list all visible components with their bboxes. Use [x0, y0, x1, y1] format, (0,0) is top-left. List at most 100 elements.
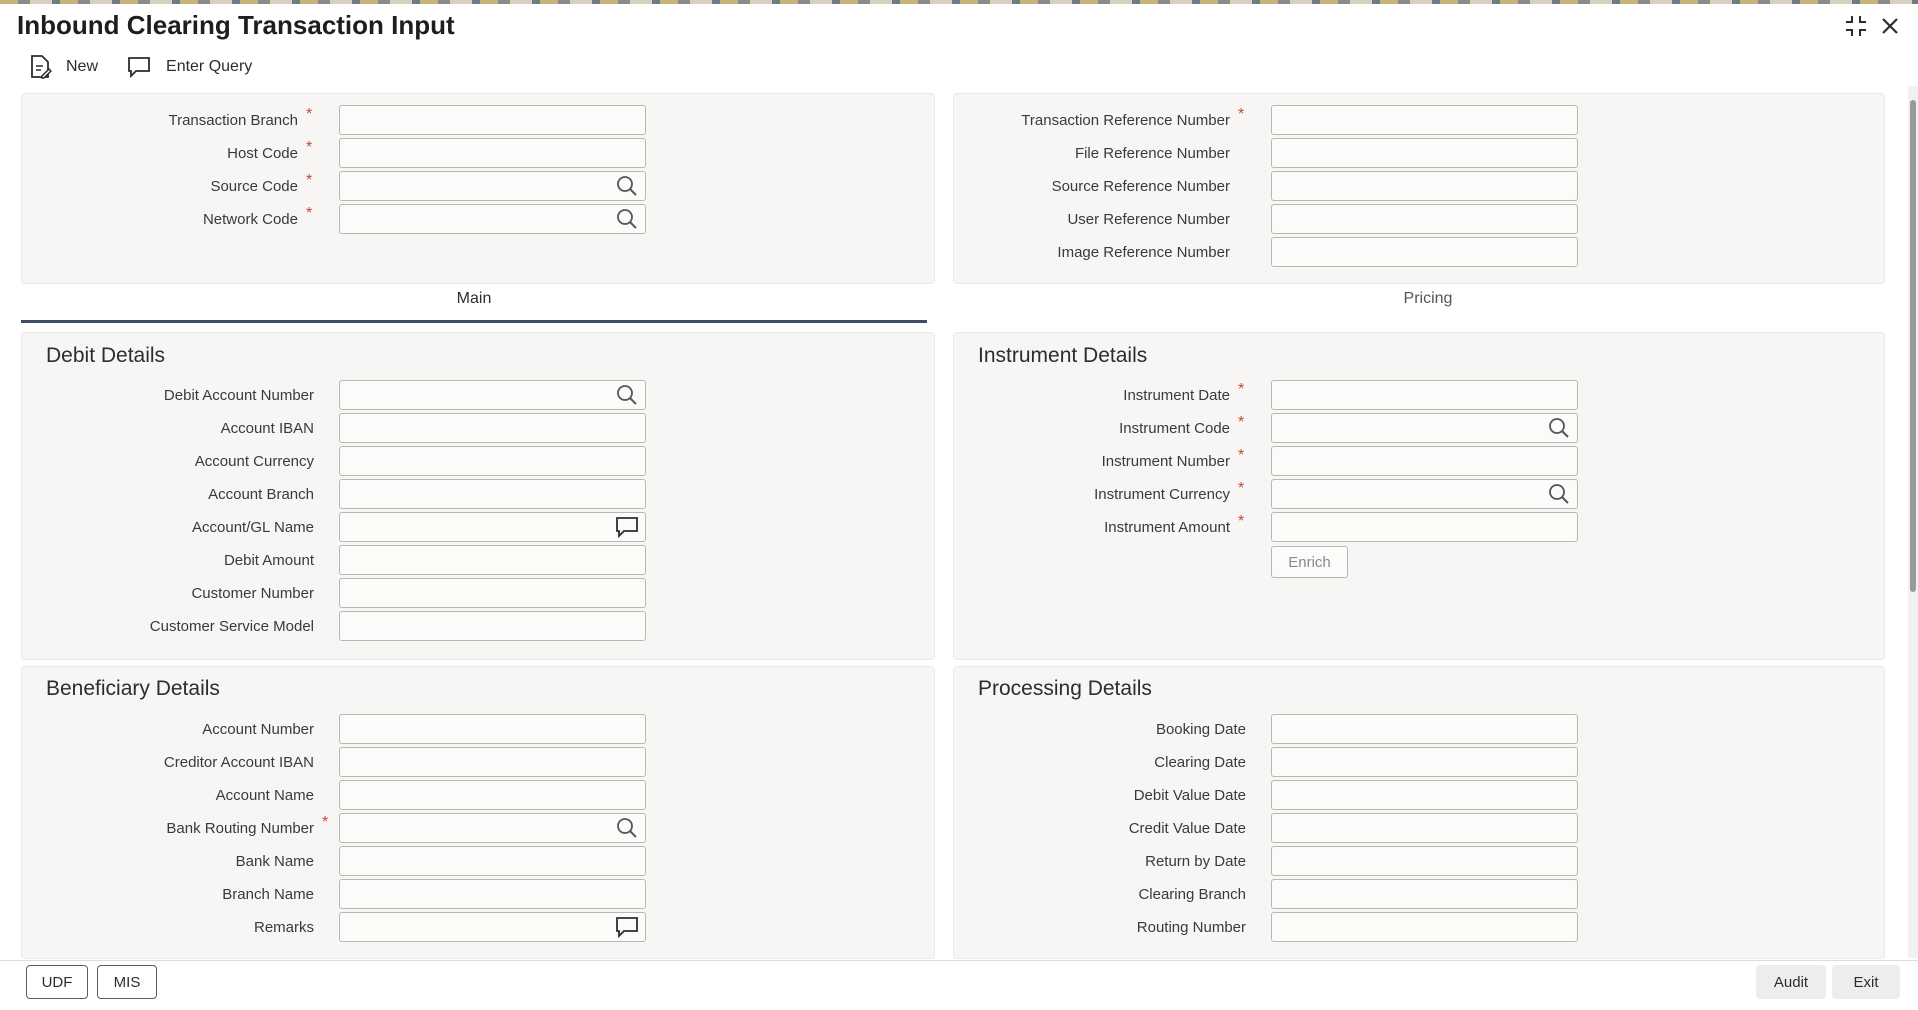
- instrument-code-required-indicator: *: [1238, 414, 1245, 431]
- transaction-branch-label: Transaction Branch: [168, 112, 298, 129]
- account-currency-input[interactable]: [339, 446, 646, 476]
- exit-button[interactable]: Exit: [1832, 965, 1900, 999]
- instrument-amount-required-indicator: *: [1238, 513, 1245, 530]
- search-icon[interactable]: [1547, 416, 1571, 440]
- window-title: Inbound Clearing Transaction Input: [17, 10, 455, 40]
- account-name-input[interactable]: [339, 780, 646, 810]
- customer-number-input[interactable]: [339, 578, 646, 608]
- audit-button[interactable]: Audit: [1756, 965, 1826, 999]
- search-icon[interactable]: [1547, 482, 1571, 506]
- instrument-number-label: Instrument Number: [1101, 453, 1230, 470]
- instrument-number-input[interactable]: [1271, 446, 1578, 476]
- account-branch-input[interactable]: [339, 479, 646, 509]
- maximize-icon[interactable]: [1842, 12, 1870, 40]
- instrument-date-required-indicator: *: [1238, 381, 1245, 398]
- instrument-amount-input[interactable]: [1271, 512, 1578, 542]
- routing-number-input[interactable]: [1271, 912, 1578, 942]
- active-tab-indicator: [21, 320, 927, 323]
- creditor-account-iban-label: Creditor Account IBAN: [163, 754, 314, 771]
- account-gl-name-input[interactable]: [339, 512, 646, 542]
- transaction-reference-number-required-indicator: *: [1238, 106, 1245, 123]
- account-iban-label: Account IBAN: [220, 420, 314, 437]
- remarks-input[interactable]: [339, 912, 646, 942]
- enrich-button[interactable]: Enrich: [1271, 546, 1348, 578]
- source-reference-number-input[interactable]: [1271, 171, 1578, 201]
- bank-routing-number-label: Bank Routing Number: [166, 820, 314, 837]
- beneficiary-details-title: Beneficiary Details: [46, 677, 220, 700]
- branch-name-input[interactable]: [339, 879, 646, 909]
- transaction-reference-number-input[interactable]: [1271, 105, 1578, 135]
- return-by-date-input[interactable]: [1271, 846, 1578, 876]
- comment-icon[interactable]: [615, 515, 639, 539]
- credit-value-date-label: Credit Value Date: [1128, 820, 1246, 837]
- instrument-code-label: Instrument Code: [1119, 420, 1230, 437]
- tab-main[interactable]: Main: [21, 290, 927, 308]
- toolbar: New Enter Query: [28, 54, 252, 80]
- search-icon[interactable]: [615, 174, 639, 198]
- credit-value-date-input[interactable]: [1271, 813, 1578, 843]
- user-reference-number-label: User Reference Number: [1067, 211, 1230, 228]
- new-button[interactable]: New: [28, 54, 98, 80]
- udf-button[interactable]: UDF: [26, 965, 88, 999]
- user-reference-number-input[interactable]: [1271, 204, 1578, 234]
- account-number-input[interactable]: [339, 714, 646, 744]
- search-icon[interactable]: [615, 383, 639, 407]
- mis-button[interactable]: MIS: [97, 965, 157, 999]
- account-iban-input[interactable]: [339, 413, 646, 443]
- query-comment-icon: [128, 57, 150, 79]
- comment-icon[interactable]: [615, 915, 639, 939]
- instrument-details-title: Instrument Details: [978, 344, 1148, 367]
- file-reference-number-label: File Reference Number: [1074, 145, 1230, 162]
- source-code-input[interactable]: [339, 171, 646, 201]
- source-code-label: Source Code: [210, 178, 298, 195]
- network-code-label: Network Code: [202, 211, 298, 228]
- footer-divider: [0, 960, 1918, 961]
- enter-query-label: Enter Query: [166, 58, 253, 75]
- bank-routing-number-input[interactable]: [339, 813, 646, 843]
- close-icon[interactable]: [1876, 12, 1904, 40]
- network-code-input[interactable]: [339, 204, 646, 234]
- transaction-branch-input[interactable]: [339, 105, 646, 135]
- instrument-code-input[interactable]: [1271, 413, 1578, 443]
- bank-name-input[interactable]: [339, 846, 646, 876]
- transaction-branch-required-indicator: *: [306, 106, 313, 123]
- instrument-date-label: Instrument Date: [1123, 387, 1230, 404]
- tab-pricing-label: Pricing: [1403, 290, 1453, 307]
- clearing-branch-input[interactable]: [1271, 879, 1578, 909]
- return-by-date-label: Return by Date: [1145, 853, 1246, 870]
- clearing-date-label: Clearing Date: [1154, 754, 1246, 771]
- account-gl-name-label: Account/GL Name: [192, 519, 314, 536]
- enter-query-button[interactable]: Enter Query: [126, 54, 252, 80]
- debit-amount-input[interactable]: [339, 545, 646, 575]
- clearing-date-input[interactable]: [1271, 747, 1578, 777]
- booking-date-input[interactable]: [1271, 714, 1578, 744]
- scrollbar-thumb[interactable]: [1910, 100, 1916, 592]
- branch-name-label: Branch Name: [222, 886, 314, 903]
- debit-account-number-input[interactable]: [339, 380, 646, 410]
- image-reference-number-label: Image Reference Number: [1057, 244, 1230, 261]
- bank-name-label: Bank Name: [235, 853, 314, 870]
- customer-number-label: Customer Number: [191, 585, 314, 602]
- file-reference-number-input[interactable]: [1271, 138, 1578, 168]
- instrument-currency-input[interactable]: [1271, 479, 1578, 509]
- debit-amount-label: Debit Amount: [223, 552, 314, 569]
- image-reference-number-input[interactable]: [1271, 237, 1578, 267]
- new-document-icon: [31, 55, 52, 79]
- bank-routing-number-required-indicator: *: [322, 814, 329, 831]
- tab-pricing[interactable]: Pricing: [955, 290, 1901, 308]
- clearing-branch-label: Clearing Branch: [1138, 886, 1246, 903]
- creditor-account-iban-input[interactable]: [339, 747, 646, 777]
- booking-date-label: Booking Date: [1155, 721, 1246, 738]
- debit-value-date-input[interactable]: [1271, 780, 1578, 810]
- host-code-input[interactable]: [339, 138, 646, 168]
- customer-service-model-input[interactable]: [339, 611, 646, 641]
- account-currency-label: Account Currency: [194, 453, 314, 470]
- network-code-required-indicator: *: [306, 205, 313, 222]
- new-label: New: [66, 58, 99, 75]
- routing-number-label: Routing Number: [1136, 919, 1246, 936]
- remarks-label: Remarks: [253, 919, 314, 936]
- search-icon[interactable]: [615, 207, 639, 231]
- search-icon[interactable]: [615, 816, 639, 840]
- instrument-number-required-indicator: *: [1238, 447, 1245, 464]
- instrument-date-input[interactable]: [1271, 380, 1578, 410]
